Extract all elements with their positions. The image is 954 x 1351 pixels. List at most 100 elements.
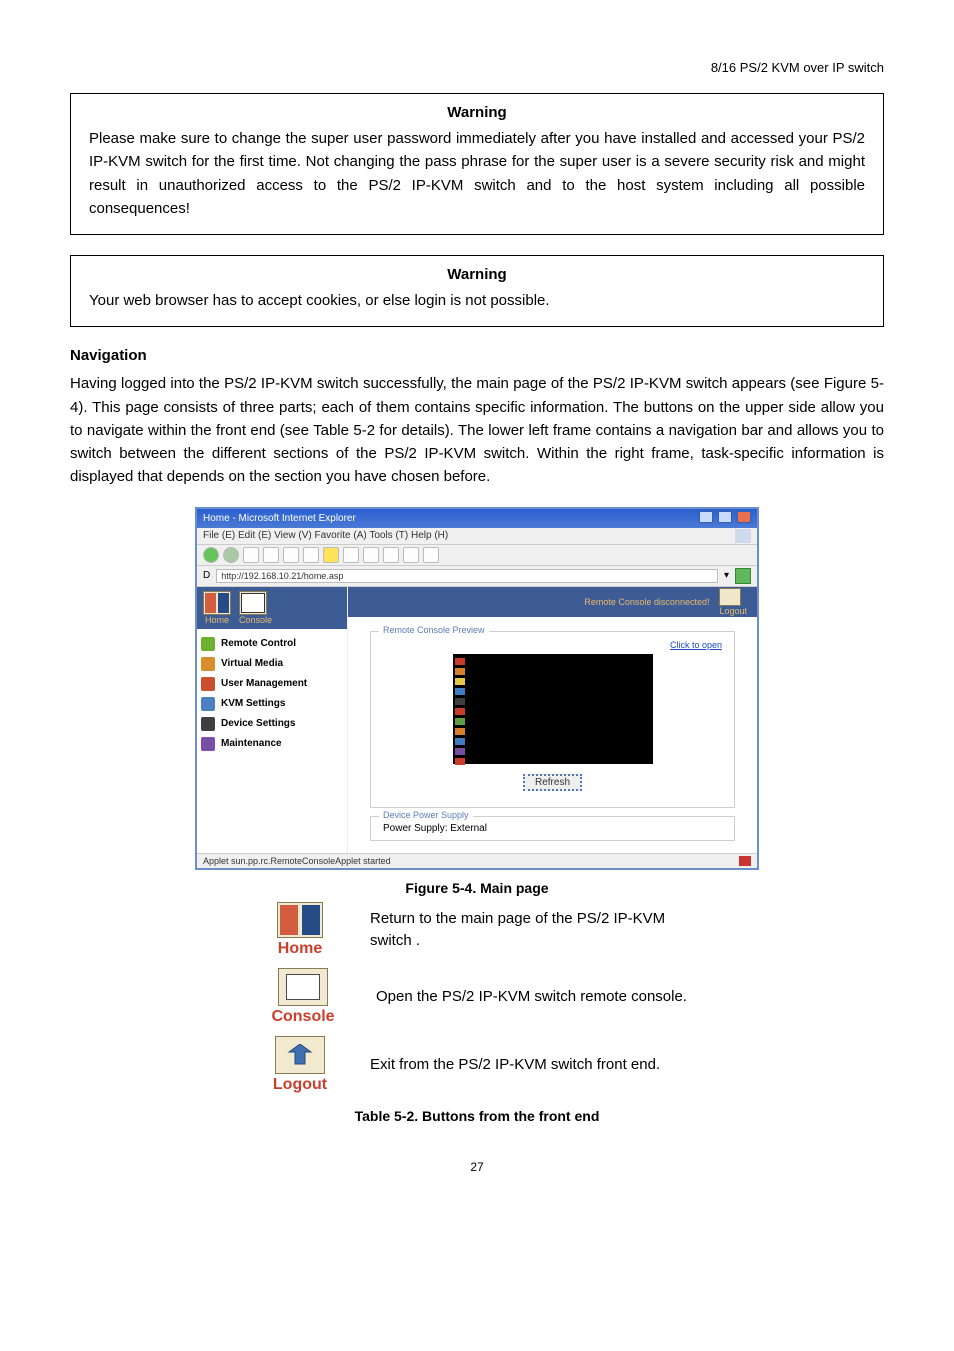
sidebar-console-button[interactable]: Console	[239, 591, 272, 625]
virtual-media-icon	[201, 657, 215, 671]
console-button-desc: Open the PS/2 IP-KVM switch remote conso…	[376, 986, 687, 1008]
sidebar-item-label: Virtual Media	[221, 658, 283, 669]
close-icon[interactable]	[737, 511, 751, 523]
address-go-dropdown[interactable]: ▾	[724, 570, 729, 581]
preview-legend: Remote Console Preview	[379, 625, 489, 635]
warning-2-title: Warning	[89, 266, 865, 283]
sidebar-item-user-management[interactable]: User Management	[201, 677, 343, 691]
warning-box-1: Warning Please make sure to change the s…	[70, 93, 884, 235]
statusbar-text: Applet sun.pp.rc.RemoteConsoleApplet sta…	[203, 856, 391, 866]
sidebar: Home Console Remote Control Virtual Medi…	[197, 587, 348, 853]
remote-console-preview-frame: Remote Console Preview Click to open	[370, 631, 735, 808]
history-icon[interactable]	[343, 547, 359, 563]
main-top-bar: Remote Console disconnected! Logout	[348, 587, 757, 617]
edit-icon[interactable]	[403, 547, 419, 563]
sidebar-item-label: Device Settings	[221, 718, 295, 729]
address-bar: D http://192.168.10.21/home.asp ▾	[197, 566, 757, 587]
home-color-box-icon	[277, 902, 323, 938]
sidebar-console-label: Console	[239, 615, 272, 625]
power-supply-text: Power Supply: External	[383, 823, 487, 834]
page-header-product: 8/16 PS/2 KVM over IP switch	[70, 60, 884, 75]
forward-icon[interactable]	[223, 547, 239, 563]
messenger-icon[interactable]	[423, 547, 439, 563]
search-icon[interactable]	[303, 547, 319, 563]
logout-arrow-icon	[275, 1036, 325, 1074]
sidebar-item-remote-control[interactable]: Remote Control	[201, 637, 343, 651]
ie-logo-icon	[735, 529, 751, 543]
sidebar-item-device-settings[interactable]: Device Settings	[201, 717, 343, 731]
logout-icon	[719, 588, 741, 606]
maintenance-icon	[201, 737, 215, 751]
preview-color-bar-icon	[455, 658, 465, 765]
refresh-icon[interactable]	[263, 547, 279, 563]
browser-menubar[interactable]: File (E) Edit (E) View (V) Favorite (A) …	[197, 528, 757, 545]
sidebar-items: Remote Control Virtual Media User Manage…	[197, 629, 347, 759]
navigation-paragraph: Having logged into the PS/2 IP-KVM switc…	[70, 372, 884, 488]
window-titlebar: Home - Microsoft Internet Explorer	[197, 509, 757, 528]
button-row-logout: Logout Exit from the PS/2 IP-KVM switch …	[260, 1036, 884, 1094]
home-button-label: Home	[260, 940, 340, 958]
internet-zone-icon	[739, 856, 751, 866]
maximize-icon[interactable]	[718, 511, 732, 523]
warning-1-body: Please make sure to change the super use…	[89, 127, 865, 220]
home-icon[interactable]	[283, 547, 299, 563]
sidebar-item-label: Remote Control	[221, 638, 296, 649]
sidebar-item-label: User Management	[221, 678, 307, 689]
console-pixel-icon	[239, 591, 267, 615]
figure-main-page: Home - Microsoft Internet Explorer File …	[70, 507, 884, 870]
warning-box-2: Warning Your web browser has to accept c…	[70, 255, 884, 327]
mail-icon[interactable]	[363, 547, 379, 563]
address-label: D	[203, 570, 210, 581]
console-button-label: Console	[260, 1008, 346, 1026]
kvm-settings-icon	[201, 697, 215, 711]
table-caption: Table 5-2. Buttons from the front end	[70, 1108, 884, 1124]
console-preview-thumb[interactable]	[453, 654, 653, 764]
favorites-icon[interactable]	[323, 547, 339, 563]
home-button-desc: Return to the main page of the PS/2 IP-K…	[370, 908, 710, 952]
sidebar-item-virtual-media[interactable]: Virtual Media	[201, 657, 343, 671]
browser-toolbar	[197, 545, 757, 566]
sidebar-item-kvm-settings[interactable]: KVM Settings	[201, 697, 343, 711]
power-legend: Device Power Supply	[379, 810, 473, 820]
logout-label: Logout	[719, 606, 747, 616]
figure-caption: Figure 5-4. Main page	[70, 880, 884, 896]
logout-button-label: Logout	[260, 1076, 340, 1094]
console-button-graphic[interactable]: Console	[260, 968, 346, 1026]
back-icon[interactable]	[203, 547, 219, 563]
sidebar-home-label: Home	[203, 615, 231, 625]
browser-statusbar: Applet sun.pp.rc.RemoteConsoleApplet sta…	[197, 853, 757, 868]
connection-status: Remote Console disconnected!	[584, 597, 709, 607]
sidebar-item-maintenance[interactable]: Maintenance	[201, 737, 343, 751]
home-button-graphic[interactable]: Home	[260, 902, 340, 958]
window-title: Home - Microsoft Internet Explorer	[203, 513, 356, 524]
button-row-console: Console Open the PS/2 IP-KVM switch remo…	[260, 968, 884, 1026]
logout-button[interactable]: Logout	[719, 588, 747, 616]
address-input[interactable]: http://192.168.10.21/home.asp	[216, 569, 718, 583]
sidebar-item-label: KVM Settings	[221, 698, 285, 709]
page-number: 27	[70, 1160, 884, 1174]
sidebar-home-button[interactable]: Home	[203, 591, 231, 625]
print-icon[interactable]	[383, 547, 399, 563]
refresh-button[interactable]: Refresh	[523, 774, 582, 791]
click-to-open-link[interactable]: Click to open	[383, 640, 722, 650]
home-pixel-icon	[203, 591, 231, 615]
logout-button-graphic[interactable]: Logout	[260, 1036, 340, 1094]
device-settings-icon	[201, 717, 215, 731]
go-button-icon[interactable]	[735, 568, 751, 584]
sidebar-item-label: Maintenance	[221, 738, 282, 749]
warning-1-title: Warning	[89, 104, 865, 121]
user-management-icon	[201, 677, 215, 691]
logout-button-desc: Exit from the PS/2 IP-KVM switch front e…	[370, 1054, 660, 1076]
button-row-home: Home Return to the main page of the PS/2…	[260, 902, 884, 958]
minimize-icon[interactable]	[699, 511, 713, 523]
window-control-buttons[interactable]	[697, 511, 751, 526]
stop-icon[interactable]	[243, 547, 259, 563]
menubar-text[interactable]: File (E) Edit (E) View (V) Favorite (A) …	[203, 530, 448, 541]
remote-control-icon	[201, 637, 215, 651]
navigation-heading: Navigation	[70, 347, 884, 364]
main-frame: Remote Console disconnected! Logout Remo…	[348, 587, 757, 853]
browser-window: Home - Microsoft Internet Explorer File …	[195, 507, 759, 870]
console-screen-icon	[278, 968, 328, 1006]
device-power-supply-frame: Device Power Supply Power Supply: Extern…	[370, 816, 735, 841]
warning-2-body: Your web browser has to accept cookies, …	[89, 289, 865, 312]
